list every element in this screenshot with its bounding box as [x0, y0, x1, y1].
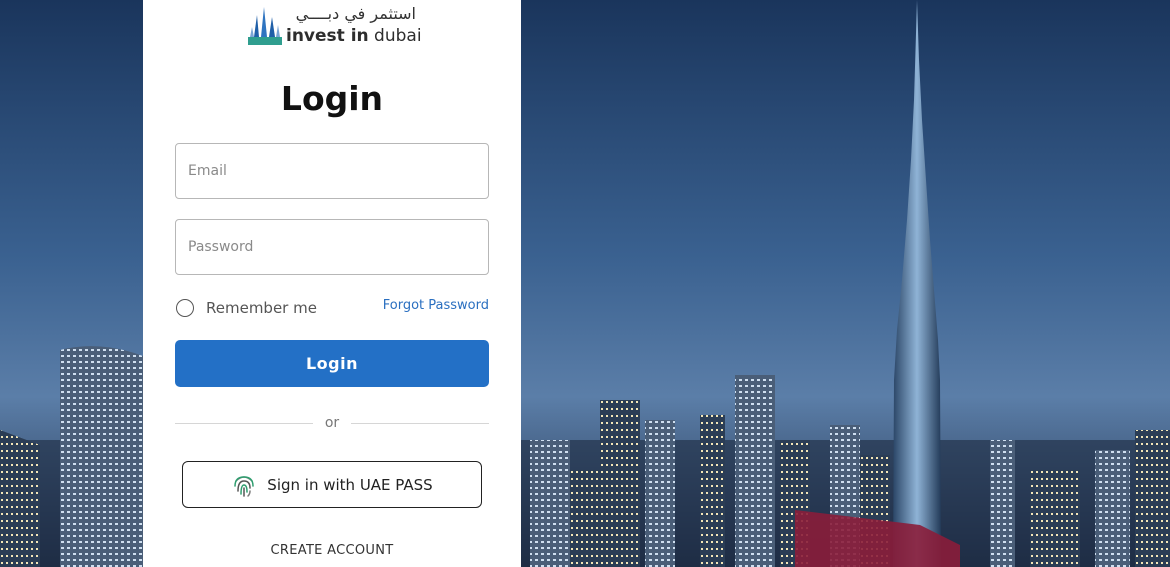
remember-me-option[interactable]: Remember me — [176, 297, 317, 319]
login-panel: استثمر في دبــــي invest in dubai Login … — [143, 0, 521, 567]
login-button[interactable]: Login — [175, 340, 489, 387]
logo-english-bold: invest in — [286, 26, 369, 46]
forgot-password-link[interactable]: Forgot Password — [383, 297, 489, 315]
uae-pass-button[interactable]: Sign in with UAE PASS — [182, 461, 482, 508]
logo-english-text: invest in dubai — [286, 25, 422, 47]
remember-me-radio[interactable] — [176, 299, 194, 317]
invest-in-dubai-logo: استثمر في دبــــي invest in dubai — [248, 3, 422, 47]
remember-me-label: Remember me — [206, 299, 317, 317]
email-input[interactable] — [176, 144, 488, 198]
password-field[interactable] — [175, 219, 489, 275]
dubai-skyline-logo-icon — [248, 7, 282, 45]
divider-line-right — [351, 422, 490, 424]
login-page: استثمر في دبــــي invest in dubai Login … — [0, 0, 1170, 567]
divider-line-left — [175, 422, 313, 424]
email-field[interactable] — [175, 143, 489, 199]
page-title: Login — [280, 79, 384, 118]
or-divider: or — [175, 413, 490, 433]
or-label: or — [324, 415, 340, 431]
uae-pass-label: Sign in with UAE PASS — [267, 475, 433, 494]
password-input[interactable] — [176, 220, 488, 274]
logo-arabic-text: استثمر في دبــــي — [295, 4, 416, 23]
fingerprint-icon — [234, 475, 255, 497]
create-account-link[interactable]: CREATE ACCOUNT — [143, 543, 521, 558]
logo-english-regular: dubai — [368, 26, 422, 46]
